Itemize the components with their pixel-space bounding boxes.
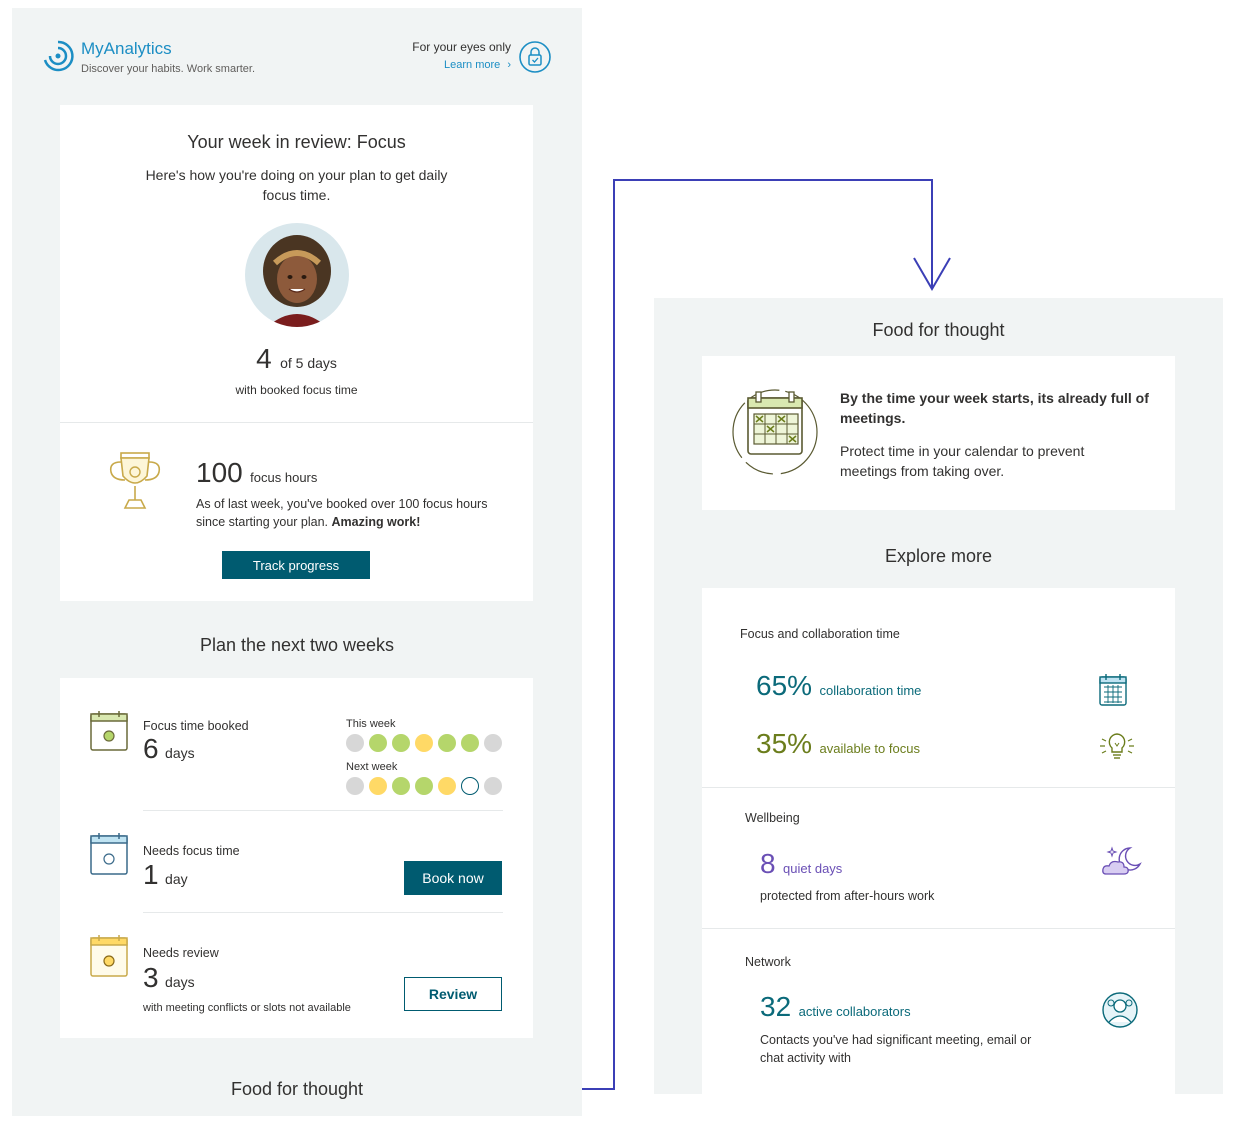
food-headline: By the time your week starts, its alread… (840, 390, 1149, 426)
moon-icon (1102, 846, 1142, 875)
food-title: Food for thought (872, 320, 1005, 340)
next-week-day-dot (415, 777, 433, 795)
review-card: Your week in review: Focus Here's how yo… (60, 105, 533, 601)
divider (143, 810, 503, 811)
plan-title: Plan the next two weeks (199, 635, 395, 655)
focus-booked-value: 6 (143, 733, 159, 764)
email-panel-right: Food for thought By the time your week s… (654, 298, 1223, 1094)
calendar-grid-icon (732, 389, 818, 475)
explore-card: Focus and collaboration time 65% collabo… (702, 588, 1175, 1094)
this-week-day-dot (346, 734, 364, 752)
needs-focus-value-row: 1 day (143, 859, 188, 891)
lightbulb-icon (1100, 733, 1134, 759)
divider (143, 912, 503, 913)
focus-row: 35% available to focus (756, 728, 920, 760)
needs-review-value: 3 (143, 962, 159, 993)
network-unit: active collaborators (798, 1004, 911, 1019)
review-subtitle: Here's how you're doing on your plan to … (145, 167, 448, 203)
network-value: 32 (760, 991, 792, 1022)
avatar (245, 223, 349, 327)
needs-review-label: Needs review (143, 946, 219, 960)
focus-booked-unit: days (165, 745, 195, 761)
needs-focus-label: Needs focus time (143, 844, 240, 858)
app-tagline: Discover your habits. Work smarter. (81, 63, 256, 75)
this-week-day-dot (369, 734, 387, 752)
wellbeing-label: Wellbeing (745, 811, 800, 825)
next-week-day-dot (369, 777, 387, 795)
food-for-thought-footer: Food for thought (230, 1079, 364, 1099)
focus-days-summary: 4 of 5 days (60, 343, 533, 375)
next-week-day-dot (484, 777, 502, 795)
email-panel-left: MyAnalytics Discover your habits. Work s… (12, 8, 582, 1116)
people-icon (1102, 992, 1138, 1028)
collab-unit: collaboration time (819, 683, 922, 698)
this-week-dots (346, 734, 506, 754)
collab-label: Focus and collaboration time (740, 627, 900, 641)
next-week-day-dot (461, 777, 479, 795)
focus-hours-value: 100 (196, 457, 243, 488)
calendar-icon (90, 711, 128, 751)
wellbeing-row: 8 quiet days (760, 848, 842, 880)
focus-days-suffix: of 5 days (280, 355, 337, 371)
book-now-button[interactable]: Book now (404, 861, 502, 895)
focus-days-caption: with booked focus time (235, 383, 358, 397)
divider (60, 422, 533, 423)
next-week-day-dot (346, 777, 364, 795)
network-label: Network (745, 955, 791, 969)
wellbeing-unit: quiet days (783, 861, 843, 876)
next-week-day-dot (392, 777, 410, 795)
this-week-day-dot (484, 734, 502, 752)
focus-unit: available to focus (819, 741, 920, 756)
this-week-label: This week (346, 718, 396, 730)
myanalytics-logo-icon (43, 40, 74, 72)
this-week-day-dot (461, 734, 479, 752)
explore-title: Explore more (884, 546, 993, 566)
lock-icon (519, 41, 551, 73)
wellbeing-value: 8 (760, 848, 776, 879)
learn-more-link[interactable]: Learn more › (444, 59, 511, 71)
focus-value: 35% (756, 728, 813, 759)
calendar-icon (1099, 674, 1127, 706)
network-row: 32 active collaborators (760, 991, 911, 1023)
app-name: MyAnalytics (81, 39, 172, 58)
needs-review-unit: days (165, 974, 195, 990)
food-card: By the time your week starts, its alread… (702, 356, 1175, 510)
collab-row: 65% collaboration time (756, 670, 921, 702)
next-week-label: Next week (346, 761, 398, 773)
this-week-day-dot (415, 734, 433, 752)
review-button[interactable]: Review (404, 977, 502, 1011)
collab-value: 65% (756, 670, 813, 701)
network-caption: Contacts you've had significant meeting,… (760, 1033, 1032, 1065)
needs-focus-unit: day (165, 871, 188, 887)
wellbeing-caption: protected from after-hours work (760, 889, 935, 903)
food-text: Protect time in your calendar to prevent… (840, 443, 1085, 479)
focus-booked-value-row: 6 days (143, 733, 195, 765)
review-title: Your week in review: Focus (187, 132, 406, 152)
divider (702, 928, 1175, 929)
focus-booked-label: Focus time booked (143, 719, 249, 733)
plan-card: Focus time booked 6 days This week Next … (60, 678, 533, 1038)
divider (702, 787, 1175, 788)
next-week-dots (346, 777, 506, 797)
needs-focus-value: 1 (143, 859, 159, 890)
needs-review-caption: with meeting conflicts or slots not avai… (143, 1002, 351, 1014)
next-week-day-dot (438, 777, 456, 795)
focus-hours-unit: focus hours (250, 470, 318, 485)
calendar-icon (90, 935, 128, 977)
focus-days-value: 4 (256, 343, 272, 374)
focus-hours-emphasis: Amazing work! (331, 515, 421, 529)
this-week-day-dot (392, 734, 410, 752)
privacy-label: For your eyes only (412, 40, 511, 54)
learn-more-label: Learn more (444, 59, 501, 71)
this-week-day-dot (438, 734, 456, 752)
trophy-icon (109, 452, 161, 509)
needs-review-value-row: 3 days (143, 962, 195, 994)
calendar-icon (90, 833, 128, 875)
focus-hours: 100 focus hours (196, 457, 317, 489)
track-progress-button[interactable]: Track progress (222, 551, 370, 579)
chevron-right-icon: › (507, 59, 511, 71)
focus-hours-text: As of last week, you've booked over 100 … (196, 495, 496, 531)
